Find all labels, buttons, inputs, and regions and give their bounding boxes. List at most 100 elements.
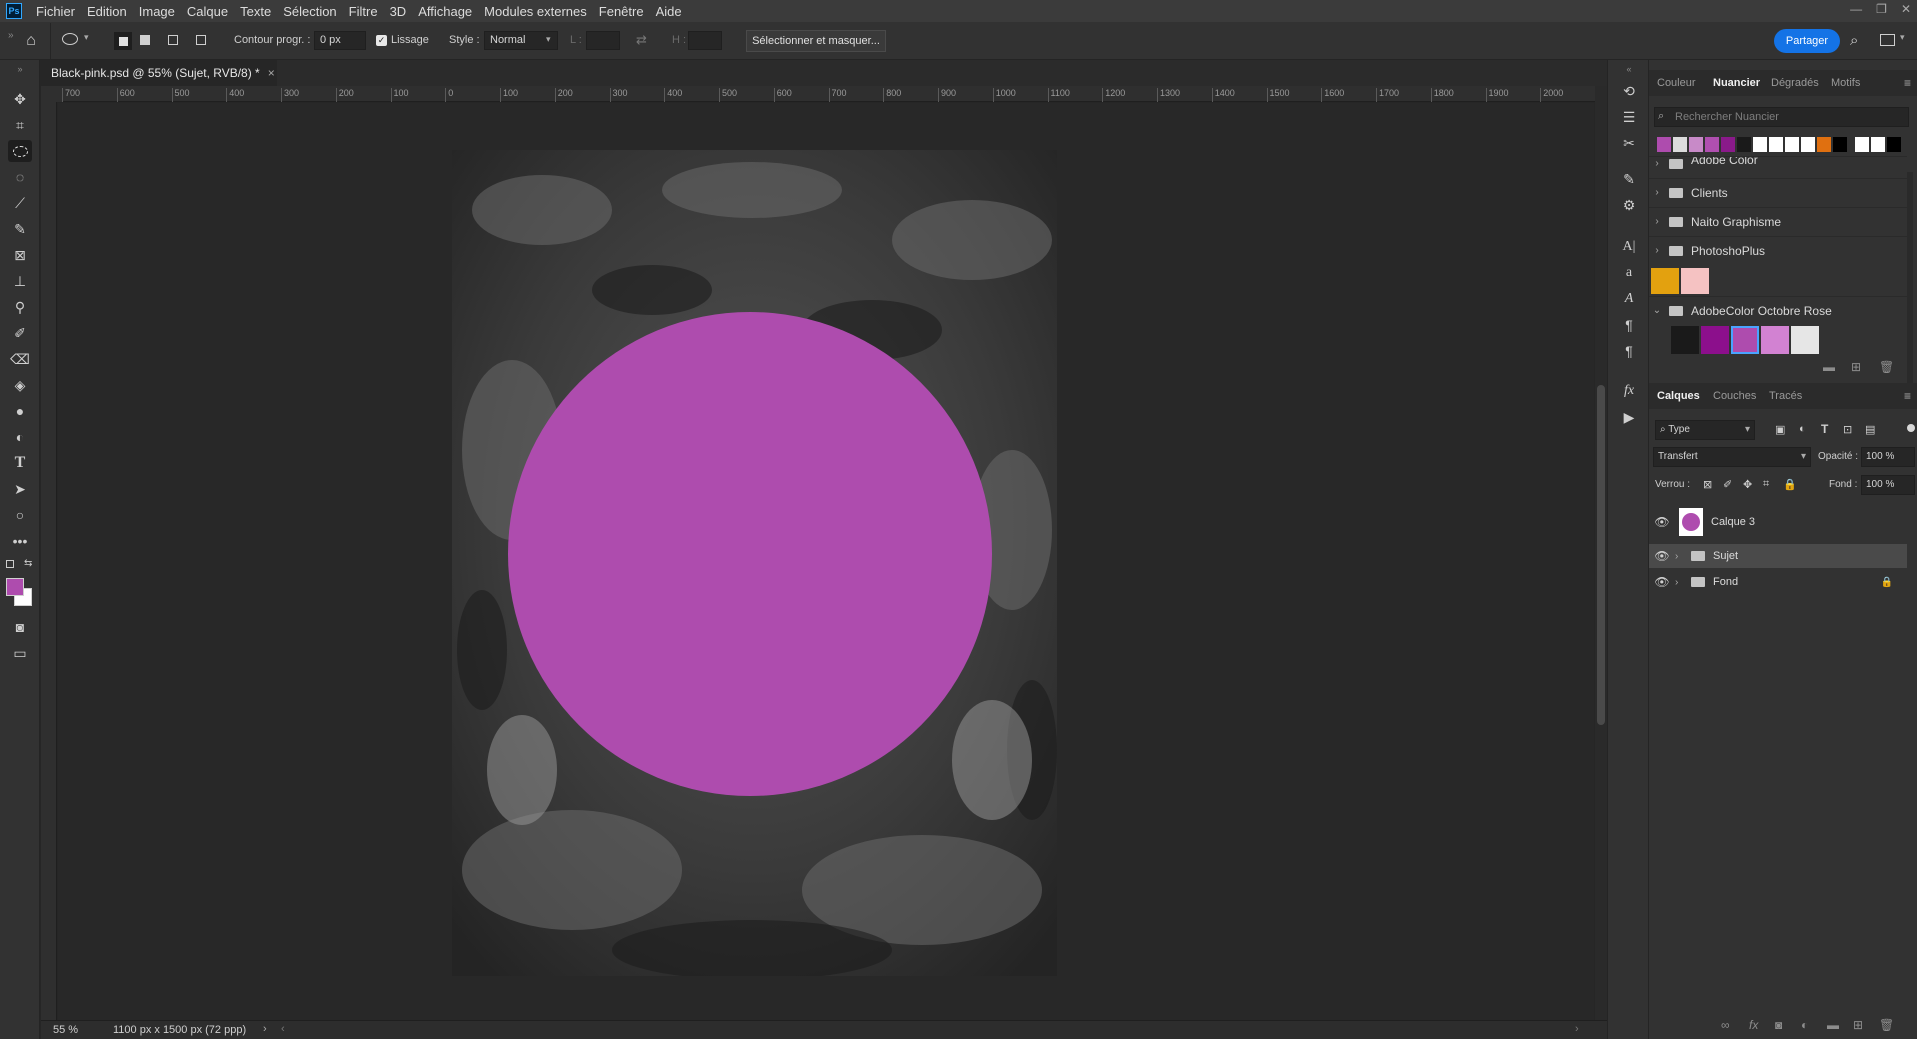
swatches-scrollbar[interactable] xyxy=(1907,172,1913,404)
lock-all-icon[interactable]: 🔒 xyxy=(1783,478,1797,491)
glyphs-icon[interactable]: A xyxy=(1618,288,1640,310)
recent-swatch[interactable] xyxy=(1817,137,1831,152)
group-swatch-selected[interactable] xyxy=(1731,326,1759,354)
more-tools-icon[interactable]: ••• xyxy=(8,530,32,552)
group-swatch[interactable] xyxy=(1701,326,1729,354)
ruler-top[interactable]: 700 600 500 400 300 200 100 0 100 200 300 400 500 600… xyxy=(62,86,1595,102)
link-layers-icon[interactable]: ∞ xyxy=(1721,1018,1730,1032)
paragraph-icon[interactable]: ¶ xyxy=(1618,314,1640,336)
move-tool-icon[interactable]: ✥ xyxy=(8,88,32,110)
vertical-scroll-thumb[interactable] xyxy=(1597,385,1605,725)
group-swatch[interactable] xyxy=(1791,326,1819,354)
home-icon[interactable]: ⌂ xyxy=(20,30,42,52)
frame-tool-icon[interactable]: ⊠ xyxy=(8,244,32,266)
ellipse-tool-icon[interactable]: ○ xyxy=(8,504,32,526)
scroll-right-icon[interactable]: › xyxy=(1575,1023,1579,1035)
select-and-mask-button[interactable]: Sélectionner et masquer... xyxy=(746,30,886,52)
new-selection-icon[interactable] xyxy=(114,32,132,50)
filter-type-icon[interactable]: T xyxy=(1821,422,1828,436)
paragraph-styles-icon[interactable]: ¶ xyxy=(1618,340,1640,362)
chevron-right-icon[interactable]: › xyxy=(1649,245,1665,256)
layer-filter-select[interactable]: ⌕ Type ▾ xyxy=(1655,420,1755,440)
brush-settings-icon[interactable]: ⚙ xyxy=(1618,194,1640,216)
close-tab-icon[interactable]: × xyxy=(268,66,275,80)
height-input[interactable] xyxy=(688,31,722,50)
minimize-button[interactable]: — xyxy=(1850,2,1862,16)
filter-adjustment-icon[interactable]: ◐ xyxy=(1799,423,1806,435)
menu-fenetre[interactable]: Fenêtre xyxy=(593,4,650,19)
close-window-button[interactable]: ✕ xyxy=(1901,2,1911,16)
scroll-left-icon[interactable]: ‹ xyxy=(281,1023,285,1035)
recent-swatch[interactable] xyxy=(1801,137,1815,152)
workspace-chevron-icon[interactable]: ▾ xyxy=(1900,32,1905,43)
layer-style-fx-icon[interactable]: fx xyxy=(1749,1018,1758,1032)
lissage-checkbox[interactable]: ✓ xyxy=(376,35,387,46)
type-tool-icon[interactable]: T xyxy=(8,452,32,474)
layer-row-fond[interactable]: 👁 › Fond 🔒 xyxy=(1649,570,1907,594)
opacity-input[interactable]: 100 % xyxy=(1861,447,1915,467)
width-input[interactable] xyxy=(586,31,620,50)
history-icon[interactable]: ⟲ xyxy=(1618,80,1640,102)
recent-swatch[interactable] xyxy=(1785,137,1799,152)
search-icon[interactable]: ⌕ xyxy=(1850,32,1858,49)
menu-aide[interactable]: Aide xyxy=(650,4,688,19)
recent-swatch[interactable] xyxy=(1769,137,1783,152)
menu-affichage[interactable]: Affichage xyxy=(412,4,478,19)
collapse-dock-icon[interactable]: « xyxy=(1618,64,1640,74)
quick-mask-icon[interactable]: ◙ xyxy=(8,616,32,638)
swap-colors-icon[interactable]: ⇆ xyxy=(24,558,32,569)
new-group-icon[interactable]: ▬ xyxy=(1823,360,1835,374)
swatch-group-photoshoplus[interactable]: › PhotoshoPlus xyxy=(1649,236,1907,264)
tab-degrades[interactable]: Dégradés xyxy=(1771,77,1819,89)
swatch-search-input[interactable]: Rechercher Nuancier xyxy=(1654,107,1909,127)
recent-swatch[interactable] xyxy=(1721,137,1735,152)
elliptical-marquee-tool-icon[interactable] xyxy=(8,140,32,162)
brush-tool-icon[interactable]: ✐ xyxy=(8,322,32,344)
chevron-right-icon[interactable]: › xyxy=(1675,577,1687,588)
paint-bucket-tool-icon[interactable]: ◈ xyxy=(8,374,32,396)
menu-modules-externes[interactable]: Modules externes xyxy=(478,4,593,19)
new-group-layer-icon[interactable]: ▬ xyxy=(1827,1018,1839,1032)
tab-calques[interactable]: Calques xyxy=(1657,390,1700,402)
group-swatch[interactable] xyxy=(1671,326,1699,354)
lock-artboard-icon[interactable]: ⌗ xyxy=(1763,478,1769,491)
recent-swatch[interactable] xyxy=(1689,137,1703,152)
blur-tool-icon[interactable]: ● xyxy=(8,400,32,422)
new-swatch-icon[interactable]: ⊞ xyxy=(1851,360,1861,374)
adjustments-icon[interactable]: ☰ xyxy=(1618,106,1640,128)
filter-toggle[interactable] xyxy=(1907,424,1915,432)
blend-mode-select[interactable]: Transfert ▾ xyxy=(1653,447,1811,467)
swatches-panel-menu-icon[interactable]: ≡ xyxy=(1904,76,1911,90)
perspective-crop-tool-icon[interactable]: ⟋ xyxy=(8,192,32,214)
recent-swatch[interactable] xyxy=(1855,137,1869,152)
chevron-right-icon[interactable]: › xyxy=(1649,216,1665,227)
chevron-down-icon[interactable]: ▾ xyxy=(84,32,89,43)
document-tab[interactable]: Black-pink.psd @ 55% (Sujet, RVB/8) * × xyxy=(41,60,277,86)
recent-swatch[interactable] xyxy=(1833,137,1847,152)
chevron-down-icon[interactable]: ⌄ xyxy=(1649,305,1665,316)
filter-pixel-icon[interactable]: ▣ xyxy=(1775,423,1785,436)
chevron-right-icon[interactable]: › xyxy=(1649,187,1665,198)
share-button[interactable]: Partager xyxy=(1774,29,1840,53)
pink-circle-layer[interactable] xyxy=(508,312,992,796)
layer-name[interactable]: Sujet xyxy=(1713,550,1738,562)
styles-fx-icon[interactable]: fx xyxy=(1618,380,1640,402)
menu-edition[interactable]: Edition xyxy=(81,4,133,19)
elliptical-marquee-preset-icon[interactable] xyxy=(62,33,78,45)
menu-selection[interactable]: Sélection xyxy=(277,4,342,19)
tab-traces[interactable]: Tracés xyxy=(1769,390,1802,402)
new-adjustment-icon[interactable]: ◐ xyxy=(1801,1018,1808,1032)
loose-swatch-pink[interactable] xyxy=(1681,268,1709,294)
chevron-right-icon[interactable]: › xyxy=(1675,551,1687,562)
swatch-group-naito-graphisme[interactable]: › Naito Graphisme xyxy=(1649,207,1907,235)
intersect-selection-icon[interactable] xyxy=(196,35,206,45)
tab-couches[interactable]: Couches xyxy=(1713,390,1756,402)
crop-tool-icon[interactable]: ⌗ xyxy=(8,114,32,136)
layer-name[interactable]: Fond xyxy=(1713,576,1738,588)
menu-image[interactable]: Image xyxy=(133,4,181,19)
foreground-color-swatch[interactable] xyxy=(6,578,24,596)
tools-options-icon[interactable]: ✂ xyxy=(1618,132,1640,154)
recent-swatch[interactable] xyxy=(1737,137,1751,152)
menu-3d[interactable]: 3D xyxy=(384,4,413,19)
character-icon[interactable]: A| xyxy=(1618,236,1640,258)
